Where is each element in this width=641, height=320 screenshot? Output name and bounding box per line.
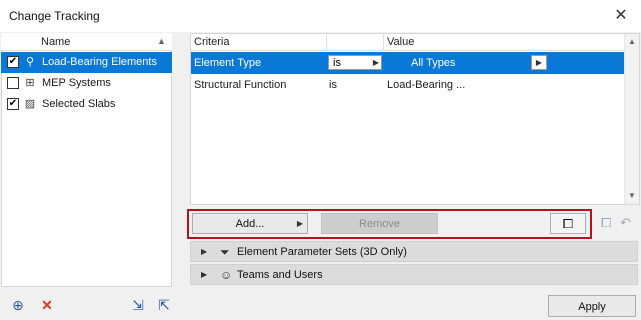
- dropdown-arrow-icon: ▶: [535, 58, 542, 67]
- scroll-up-icon[interactable]: ▲: [628, 37, 636, 46]
- section-element-parameter-sets[interactable]: ▶ ⏷ Element Parameter Sets (3D Only): [190, 241, 638, 262]
- criteria-table: Criteria Value Element Type is ▶ All Typ…: [190, 33, 640, 205]
- scroll-down-icon[interactable]: ▼: [628, 191, 636, 200]
- criteria-cell: Structural Function: [194, 79, 287, 91]
- operator-dropdown[interactable]: is ▶: [328, 55, 382, 70]
- dropdown-arrow-icon: ▶: [372, 58, 379, 67]
- checkbox-unchecked[interactable]: [7, 77, 19, 89]
- table-row-element-type[interactable]: Element Type is ▶ All Types ▶: [191, 52, 625, 74]
- remove-button[interactable]: Remove: [321, 213, 438, 234]
- delete-icon[interactable]: ✕: [37, 296, 57, 314]
- checkbox-checked[interactable]: ✔: [7, 98, 19, 110]
- vertical-scrollbar[interactable]: ▲ ▼: [624, 34, 639, 204]
- value-column-header[interactable]: Value: [384, 34, 625, 51]
- dropdown-arrow-icon: ▶: [296, 219, 303, 228]
- apply-button[interactable]: Apply: [548, 295, 636, 317]
- list-item-load-bearing[interactable]: ✔ ⚲ Load-Bearing Elements: [1, 52, 172, 73]
- operator-cell: is: [329, 79, 337, 91]
- list-item-mep-systems[interactable]: ⊞ MEP Systems: [1, 73, 172, 94]
- expand-triangle-icon[interactable]: ▶: [201, 247, 207, 256]
- criteria-column-header[interactable]: Criteria: [191, 34, 327, 51]
- checkbox-checked[interactable]: ✔: [7, 56, 19, 68]
- value-cell: All Types: [411, 57, 456, 69]
- operator-column-header[interactable]: [327, 34, 384, 51]
- close-icon[interactable]: ✕: [610, 5, 632, 27]
- mep-icon: ⊞: [25, 77, 35, 89]
- add-criteria-set-icon[interactable]: ⊕: [8, 296, 28, 314]
- value-cell: Load-Bearing ...: [387, 79, 466, 91]
- list-header: Name ▲: [1, 33, 172, 51]
- magnifier-icon: ⚲: [25, 56, 35, 68]
- value-dropdown-button[interactable]: ▶: [531, 55, 547, 70]
- name-column-header[interactable]: Name: [41, 36, 70, 48]
- frame-icon: ⧠: [601, 215, 612, 230]
- select-area-button[interactable]: ⧠: [550, 213, 586, 234]
- slab-icon: ▨: [24, 98, 36, 110]
- expand-triangle-icon[interactable]: ▶: [201, 270, 207, 279]
- list-item-selected-slabs[interactable]: ✔ ▨ Selected Slabs: [1, 94, 172, 115]
- add-button[interactable]: Add... ▶: [192, 213, 308, 234]
- selection-rectangle-icon: ⧠: [562, 216, 574, 231]
- undo-icon: ↶: [620, 215, 631, 230]
- window-title: Change Tracking: [9, 9, 100, 23]
- filter-icon: ⏷: [220, 245, 230, 259]
- export-icon[interactable]: ⇱: [154, 296, 174, 314]
- criteria-cell: Element Type: [194, 57, 262, 69]
- list-item-label: Load-Bearing Elements: [42, 56, 157, 68]
- import-icon[interactable]: ⇲: [128, 296, 148, 314]
- list-item-label: MEP Systems: [42, 77, 111, 89]
- section-teams-and-users[interactable]: ▶ ☺ Teams and Users: [190, 264, 638, 285]
- user-icon: ☺: [220, 268, 233, 282]
- table-row-structural-function[interactable]: Structural Function is Load-Bearing ...: [191, 74, 625, 96]
- list-item-label: Selected Slabs: [42, 98, 116, 110]
- sort-ascending-icon[interactable]: ▲: [157, 36, 166, 46]
